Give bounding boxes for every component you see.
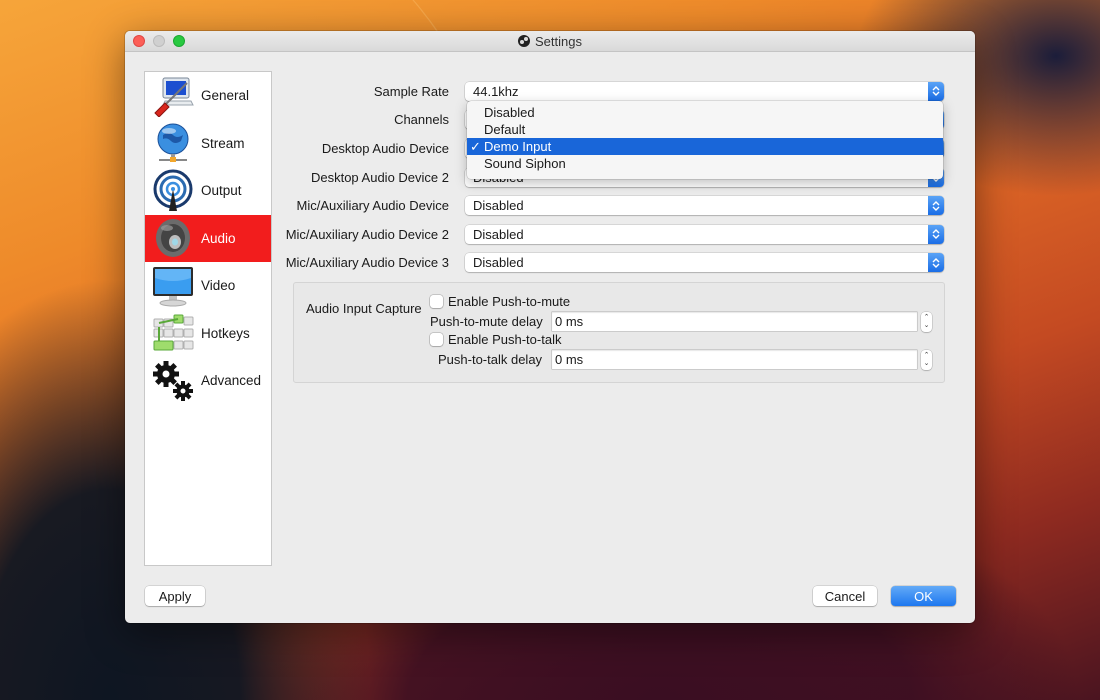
output-antenna-icon: [150, 169, 196, 213]
ok-button[interactable]: OK: [891, 586, 956, 606]
push-to-mute-checkbox[interactable]: [430, 295, 443, 308]
sidebar-item-label: Video: [201, 278, 236, 294]
window-controls: [133, 35, 185, 47]
audio-input-capture-label: Audio Input Capture: [306, 301, 422, 316]
desktop-audio-device-2-label: Desktop Audio Device 2: [310, 169, 449, 185]
stream-globe-icon: [150, 121, 196, 165]
sidebar-item-advanced[interactable]: Advanced: [145, 357, 271, 405]
push-to-talk-checkbox[interactable]: [430, 333, 443, 346]
push-to-mute-delay-label: Push-to-mute delay: [430, 314, 543, 329]
mic-aux-device-2-value: Disabled: [473, 226, 524, 242]
desktop-audio-device-dropdown: Disabled Default ✓ Demo Input Sound Siph…: [467, 101, 943, 179]
mic-aux-device-value: Disabled: [473, 198, 524, 213]
close-window-button[interactable]: [133, 35, 145, 47]
push-to-mute-delay-value: 0 ms: [555, 314, 584, 329]
desktop-audio-device-label: Desktop Audio Device: [321, 140, 449, 156]
sidebar-item-hotkeys[interactable]: Hotkeys: [145, 310, 271, 358]
push-to-mute-delay-input[interactable]: 0 ms: [552, 312, 917, 331]
select-stepper-icon: [928, 253, 944, 272]
hotkeys-keyboard-icon: [150, 311, 196, 355]
mic-aux-device-select[interactable]: Disabled: [465, 196, 944, 215]
sidebar-item-label: Audio: [201, 230, 236, 246]
mic-aux-device-2-select[interactable]: Disabled: [465, 224, 944, 244]
option-label: Sound Siphon: [484, 156, 566, 171]
sample-rate-label: Sample Rate: [373, 83, 449, 99]
option-label: Disabled: [484, 105, 535, 120]
audio-speaker-icon: [150, 216, 196, 260]
dropdown-option-disabled[interactable]: Disabled: [467, 104, 943, 121]
window-title-text: Settings: [535, 33, 582, 49]
audio-input-capture-group: Audio Input Capture Enable Push-to-mute …: [293, 282, 945, 383]
sidebar-item-label: Hotkeys: [201, 325, 250, 341]
push-to-talk-delay-stepper[interactable]: ⌃ ⌄: [921, 350, 932, 370]
mic-aux-device-2-row: Mic/Auxiliary Audio Device 2 Disabled: [285, 224, 945, 244]
push-to-talk-delay-row: Push-to-talk delay: [438, 352, 542, 367]
obs-icon: [518, 35, 530, 47]
dropdown-option-demo-input[interactable]: ✓ Demo Input: [467, 138, 943, 155]
sample-rate-select[interactable]: 44.1khz: [465, 81, 944, 101]
advanced-gears-icon: [150, 359, 196, 403]
sidebar-item-general[interactable]: General: [145, 72, 271, 120]
dropdown-option-default[interactable]: Default: [467, 121, 943, 138]
checkmark-icon: ✓: [470, 138, 481, 154]
push-to-mute-delay-row: Push-to-mute delay: [430, 314, 543, 329]
minimize-window-button[interactable]: [153, 35, 165, 47]
push-to-talk-delay-input[interactable]: 0 ms: [552, 350, 917, 369]
sample-rate-value: 44.1khz: [473, 83, 519, 99]
push-to-mute-delay-stepper[interactable]: ⌃ ⌄: [921, 312, 932, 332]
mic-aux-device-3-select[interactable]: Disabled: [465, 253, 944, 272]
push-to-talk-delay-value: 0 ms: [555, 352, 584, 367]
mic-aux-device-3-row: Mic/Auxiliary Audio Device 3 Disabled: [285, 253, 945, 273]
window-title: Settings: [518, 34, 582, 49]
push-to-mute-checkbox-label: Enable Push-to-mute: [448, 294, 571, 309]
select-stepper-icon: [928, 81, 944, 101]
push-to-talk-checkbox-label: Enable Push-to-talk: [448, 332, 562, 347]
mic-aux-device-3-value: Disabled: [473, 255, 524, 270]
sidebar-item-label: Stream: [201, 135, 245, 151]
push-to-talk-checkbox-row[interactable]: Enable Push-to-talk: [430, 332, 561, 347]
apply-button[interactable]: Apply: [145, 586, 205, 606]
push-to-talk-delay-label: Push-to-talk delay: [438, 352, 543, 367]
mic-aux-device-2-label: Mic/Auxiliary Audio Device 2: [285, 226, 449, 242]
sidebar-item-label: General: [201, 88, 250, 104]
option-label: Default: [484, 122, 526, 137]
sidebar-item-stream[interactable]: Stream: [145, 120, 271, 168]
dropdown-option-sound-siphon[interactable]: Sound Siphon: [467, 155, 943, 172]
sample-rate-row: Sample Rate 44.1khz: [285, 81, 945, 101]
settings-sidebar: General Stream Output Audio Video Hotkey…: [144, 71, 272, 566]
push-to-mute-checkbox-row[interactable]: Enable Push-to-mute: [430, 294, 570, 309]
option-label: Demo Input: [484, 139, 552, 154]
channels-label: Channels: [394, 112, 449, 127]
mic-aux-device-row: Mic/Auxiliary Audio Device Disabled: [285, 196, 945, 216]
sidebar-item-label: Advanced: [201, 373, 262, 389]
sidebar-item-output[interactable]: Output: [145, 167, 271, 215]
mic-aux-device-label: Mic/Auxiliary Audio Device: [296, 198, 449, 213]
video-monitor-icon: [150, 264, 196, 308]
sidebar-item-label: Output: [201, 183, 242, 199]
select-stepper-icon: [928, 224, 944, 244]
general-wrench-monitor-icon: [150, 74, 196, 118]
settings-window: Settings General Stream Output Audio Vid…: [125, 31, 975, 623]
sidebar-item-video[interactable]: Video: [145, 262, 271, 310]
title-bar[interactable]: Settings: [125, 31, 975, 52]
select-stepper-icon: [928, 196, 944, 215]
cancel-button[interactable]: Cancel: [813, 586, 877, 606]
sidebar-item-audio[interactable]: Audio: [145, 214, 271, 262]
zoom-window-button[interactable]: [173, 35, 185, 47]
mic-aux-device-3-label: Mic/Auxiliary Audio Device 3: [285, 255, 449, 270]
